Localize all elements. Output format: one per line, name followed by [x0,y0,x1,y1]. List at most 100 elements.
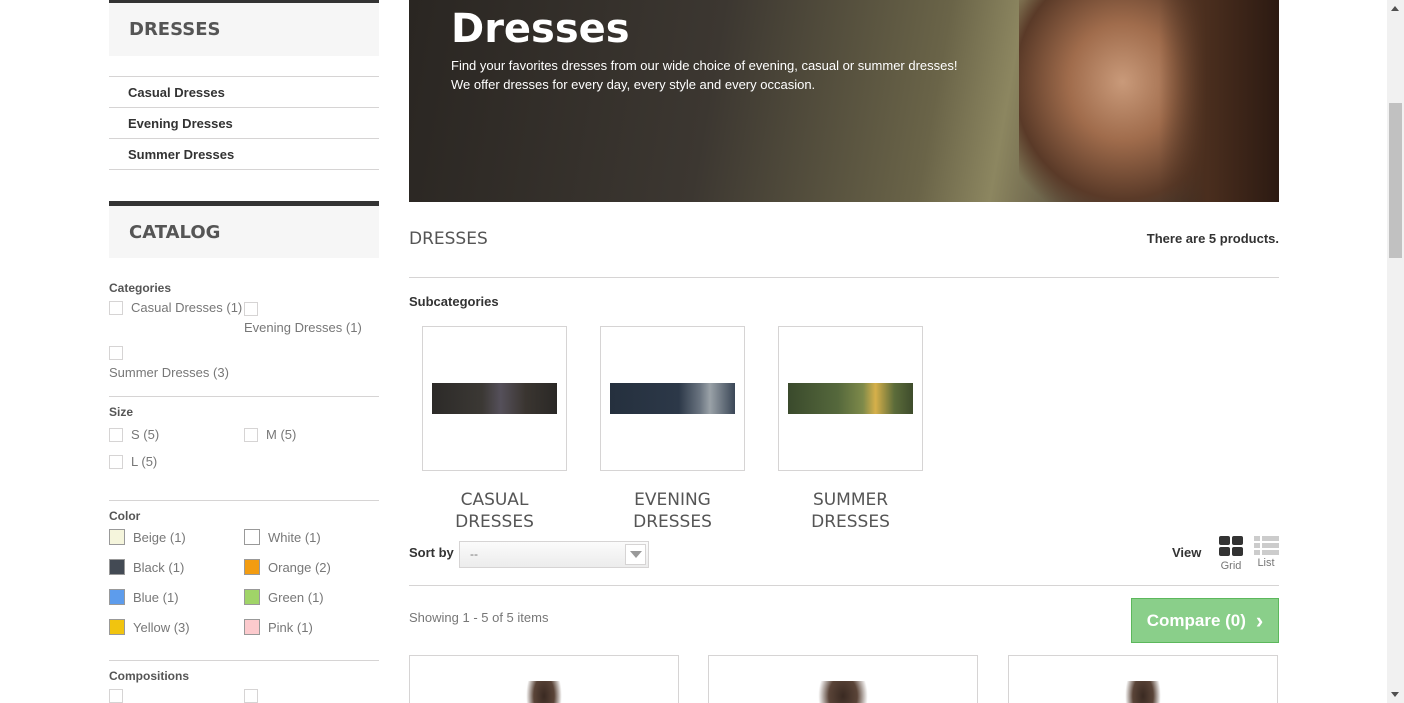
category-banner: Dresses Find your favorites dresses from… [409,0,1279,202]
compare-button[interactable]: Compare (0) › [1131,598,1279,643]
size-filter: Size S (5) M (5) L (5) [109,397,379,501]
view-label: View [1172,545,1202,560]
filter-label: White (1) [268,529,321,545]
filter-label: Blue (1) [133,589,179,605]
product-image[interactable] [1125,681,1161,703]
subcategory-casual[interactable]: CASUAL DRESSES [422,326,567,533]
subcategories-heading: Subcategories [409,294,499,309]
product-image[interactable] [818,681,868,703]
color-filter: Color Beige (1) White (1) Black (1) Oran… [109,501,379,661]
color-swatch[interactable] [244,559,260,575]
banner-desc-line: We offer dresses for every day, every st… [451,77,816,92]
product-card[interactable] [409,655,679,703]
checkbox[interactable] [244,301,258,316]
checkbox[interactable] [109,427,123,442]
color-swatch[interactable] [109,559,125,575]
subcategory-thumbnail[interactable] [778,326,923,471]
view-list-label: List [1257,557,1275,569]
filter-label: Pink (1) [268,619,313,635]
filter-color-pink[interactable]: Pink (1) [244,619,313,635]
catalog-block-title: CATALOG [109,201,379,258]
scroll-up-icon[interactable] [1391,6,1399,11]
banner-model-hair [1159,0,1279,202]
subcategory-name-line: CASUAL [460,490,529,510]
subcategory-image [610,383,735,414]
color-swatch[interactable] [244,589,260,605]
size-filter-title: Size [109,405,134,419]
filter-category-summer[interactable]: Summer Dresses (3) [109,344,229,380]
checkbox[interactable] [244,689,258,703]
compositions-filter: Compositions [109,661,379,703]
subcategory-name-line: DRESSES [633,512,712,532]
checkbox[interactable] [244,427,258,442]
filter-color-white[interactable]: White (1) [244,529,321,545]
color-swatch[interactable] [109,619,125,635]
product-card[interactable] [1008,655,1278,703]
subcategory-name-line: DRESSES [811,512,890,532]
categories-filter-title: Categories [109,281,172,295]
filter-color-black[interactable]: Black (1) [109,559,184,575]
dresses-subcategory-list: Casual Dresses Evening Dresses Summer Dr… [109,76,379,170]
product-image[interactable] [526,681,562,703]
filter-size-s[interactable]: S (5) [109,427,159,442]
subcategory-thumbnail[interactable] [422,326,567,471]
scrollbar-thumb[interactable] [1389,103,1402,258]
view-grid-button[interactable]: Grid [1216,536,1246,572]
subcategory-name-line: SUMMER [812,490,889,510]
sort-by-label: Sort by [409,545,454,560]
filter-size-m[interactable]: M (5) [244,427,296,442]
sidebar-item-casual-dresses[interactable]: Casual Dresses [109,77,379,108]
chevron-down-icon[interactable] [625,544,646,565]
subcategory-summer[interactable]: SUMMER DRESSES [778,326,923,533]
checkbox[interactable] [109,689,123,703]
color-swatch[interactable] [109,589,125,605]
subcategory-thumbnail[interactable] [600,326,745,471]
filter-color-orange[interactable]: Orange (2) [244,559,331,575]
filter-color-blue[interactable]: Blue (1) [109,589,179,605]
color-swatch[interactable] [109,529,125,545]
filter-label: Green (1) [268,589,324,605]
subcategory-name[interactable]: SUMMER DRESSES [778,489,923,533]
subcategory-name[interactable]: EVENING DRESSES [600,489,745,533]
subcategory-name-line: EVENING [634,490,711,510]
filter-label: Evening Dresses (1) [244,319,362,335]
filter-size-l[interactable]: L (5) [109,454,157,469]
sidebar-item-evening-dresses[interactable]: Evening Dresses [109,108,379,139]
banner-description: Find your favorites dresses from our wid… [451,56,958,94]
grid-icon[interactable] [1219,536,1243,556]
checkbox[interactable] [109,300,123,315]
subcategory-evening[interactable]: EVENING DRESSES [600,326,745,533]
sort-by-select[interactable]: -- [459,541,649,568]
product-card[interactable] [708,655,978,703]
product-count: There are 5 products. [1146,231,1279,246]
checkbox[interactable] [109,345,123,360]
list-icon[interactable] [1253,536,1279,555]
categories-filter: Categories Casual Dresses (1) Evening Dr… [109,278,379,397]
divider [409,277,1279,278]
subcategory-name[interactable]: CASUAL DRESSES [422,489,567,533]
color-swatch[interactable] [244,529,260,545]
checkbox[interactable] [109,454,123,469]
sidebar-item-summer-dresses[interactable]: Summer Dresses [109,139,379,170]
filter-color-yellow[interactable]: Yellow (3) [109,619,190,635]
page-scrollbar[interactable] [1387,0,1404,703]
view-list-button[interactable]: List [1251,536,1281,569]
compositions-filter-title: Compositions [109,669,189,683]
filter-color-beige[interactable]: Beige (1) [109,529,186,545]
banner-title: Dresses [451,6,630,52]
filter-category-casual[interactable]: Casual Dresses (1) [109,300,242,315]
filter-label: M (5) [266,427,297,442]
filter-category-evening[interactable]: Evening Dresses (1) [244,300,362,335]
chevron-right-icon: › [1255,607,1264,633]
divider [409,585,1279,586]
compare-button-label: Compare (0) [1146,610,1246,630]
filter-color-green[interactable]: Green (1) [244,589,324,605]
left-sidebar: DRESSES Casual Dresses Evening Dresses S… [109,0,379,703]
scroll-down-icon[interactable] [1391,692,1399,697]
category-heading: DRESSES [409,229,488,249]
dresses-block-title[interactable]: DRESSES [109,0,379,56]
filter-label: Casual Dresses (1) [131,300,243,315]
filter-label: S (5) [131,427,160,442]
sort-select-value: -- [470,547,478,561]
color-swatch[interactable] [244,619,260,635]
